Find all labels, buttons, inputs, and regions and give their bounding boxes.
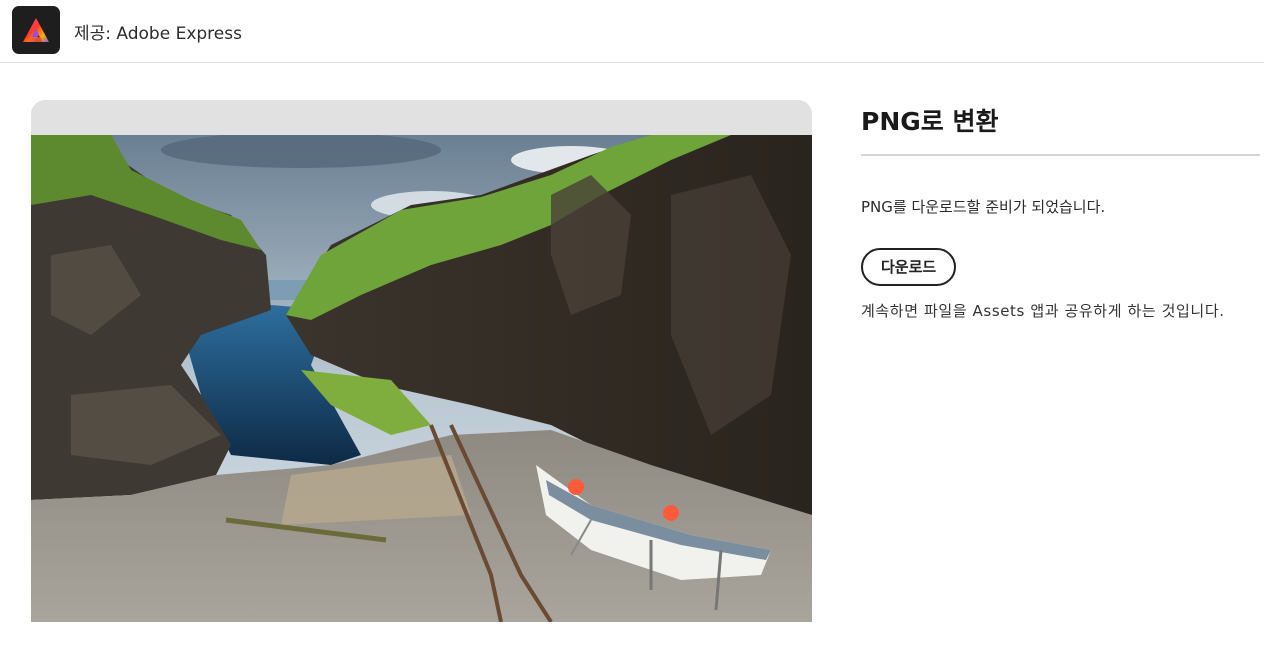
top-bar: 제공: Adobe Express	[0, 0, 1264, 63]
status-message: PNG를 다운로드할 준비가 되었습니다.	[861, 198, 1106, 216]
divider	[861, 154, 1260, 156]
sharing-notice: 계속하면 파일을 Assets 앱과 공유하게 하는 것입니다.	[861, 302, 1225, 320]
download-button[interactable]: 다운로드	[861, 248, 957, 286]
provider-label: 제공: Adobe Express	[74, 24, 242, 44]
convert-panel: PNG로 변환 PNG를 다운로드할 준비가 되었습니다. 다운로드 계속하면 …	[861, 100, 1260, 326]
adobe-express-logo-icon[interactable]	[12, 6, 60, 54]
preview-photo	[31, 135, 812, 622]
image-preview	[31, 100, 812, 622]
panel-title: PNG로 변환	[861, 107, 999, 136]
